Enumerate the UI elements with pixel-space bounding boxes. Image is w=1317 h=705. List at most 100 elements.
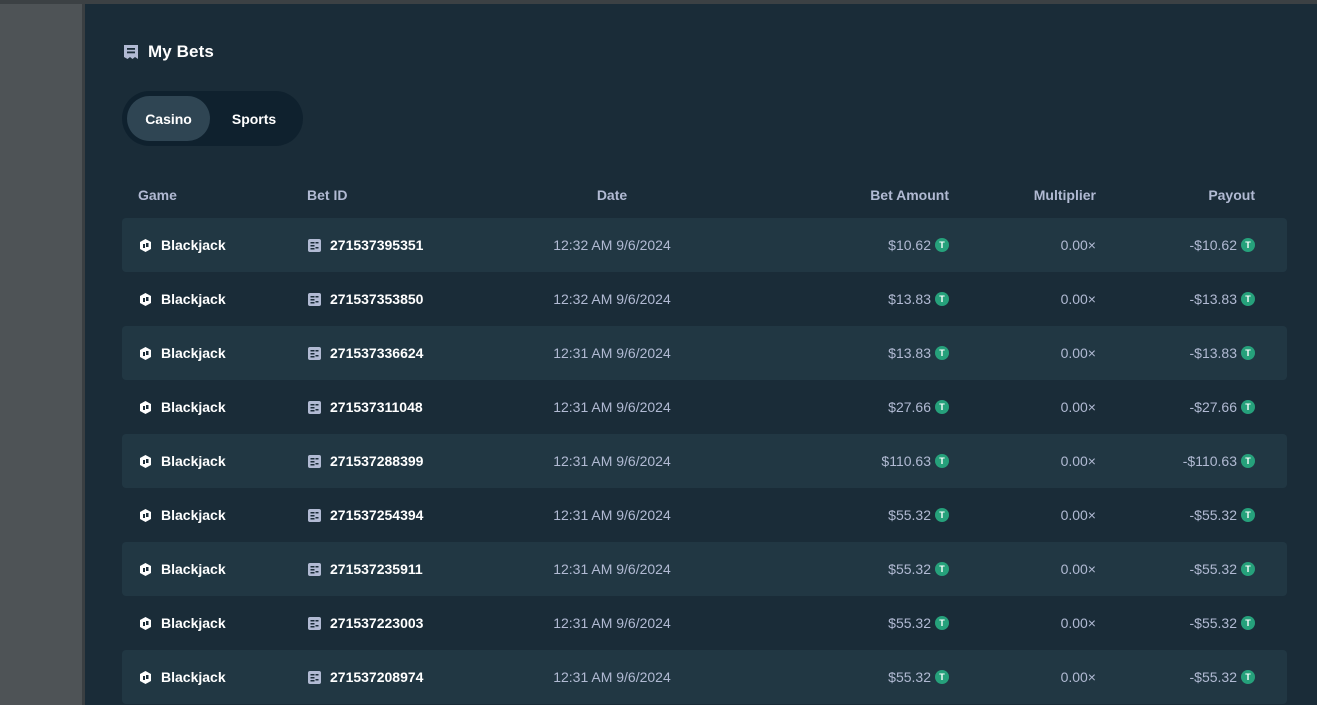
tether-coin-icon: T [935,400,949,414]
bet-id-cell[interactable]: 271537288399 [307,453,507,469]
tether-coin-icon: T [935,238,949,252]
my-bets-panel: My Bets Casino Sports Game Bet ID Date B… [85,4,1317,705]
blackjack-cards-icon [138,292,153,307]
multiplier: 0.00× [1060,453,1096,469]
bet-id-cell[interactable]: 271537395351 [307,237,507,253]
bet-amount: $55.32 [888,507,931,523]
bet-id[interactable]: 271537336624 [330,345,423,361]
blackjack-cards-icon [138,508,153,523]
bet-date: 12:31 AM 9/6/2024 [553,345,671,361]
game-name[interactable]: Blackjack [161,453,226,469]
tether-coin-icon: T [935,670,949,684]
multiplier: 0.00× [1060,615,1096,631]
game-name[interactable]: Blackjack [161,291,226,307]
payout-cell: -$27.66 T [1096,399,1271,415]
tab-casino[interactable]: Casino [127,96,211,141]
game-cell[interactable]: Blackjack [122,345,307,361]
bet-amount-cell: $55.32 T [717,561,949,577]
table-row[interactable]: Blackjack 271537235911 12:31 AM 9/6/2024… [122,542,1287,596]
table-row[interactable]: Blackjack 271537353850 12:32 AM 9/6/2024… [122,272,1287,326]
table-row[interactable]: Blackjack 271537254394 12:31 AM 9/6/2024… [122,488,1287,542]
multiplier: 0.00× [1060,291,1096,307]
blackjack-cards-icon [138,238,153,253]
table-row[interactable]: Blackjack 271537208974 12:31 AM 9/6/2024… [122,650,1287,704]
game-cell[interactable]: Blackjack [122,561,307,577]
tether-coin-icon: T [935,346,949,360]
payout-cell: -$55.32 T [1096,615,1271,631]
game-cell[interactable]: Blackjack [122,291,307,307]
table-row[interactable]: Blackjack 271537223003 12:31 AM 9/6/2024… [122,596,1287,650]
table-row[interactable]: Blackjack 271537336624 12:31 AM 9/6/2024… [122,326,1287,380]
blackjack-cards-icon [138,346,153,361]
game-cell[interactable]: Blackjack [122,669,307,685]
bet-slip-icon [307,616,322,631]
page-header: My Bets [122,40,214,64]
bet-id[interactable]: 271537223003 [330,615,423,631]
bet-date: 12:31 AM 9/6/2024 [553,507,671,523]
tether-coin-icon: T [935,292,949,306]
multiplier: 0.00× [1060,561,1096,577]
game-cell[interactable]: Blackjack [122,507,307,523]
bet-amount: $110.63 [881,453,931,469]
table-row[interactable]: Blackjack 271537288399 12:31 AM 9/6/2024… [122,434,1287,488]
game-name[interactable]: Blackjack [161,507,226,523]
bet-id-cell[interactable]: 271537223003 [307,615,507,631]
bet-id-cell[interactable]: 271537254394 [307,507,507,523]
blackjack-cards-icon [138,454,153,469]
tether-coin-icon: T [1241,508,1255,522]
header-date: Date [596,187,628,203]
payout: -$55.32 [1189,561,1237,577]
game-cell[interactable]: Blackjack [122,399,307,415]
bet-id[interactable]: 271537235911 [330,561,423,577]
game-cell[interactable]: Blackjack [122,453,307,469]
game-name[interactable]: Blackjack [161,669,226,685]
bet-type-tabs: Casino Sports [122,91,303,146]
bet-id[interactable]: 271537395351 [330,237,423,253]
bet-id[interactable]: 271537254394 [330,507,423,523]
bet-id-cell[interactable]: 271537311048 [307,399,507,415]
bet-id[interactable]: 271537208974 [330,669,423,685]
game-name[interactable]: Blackjack [161,615,226,631]
bet-date: 12:31 AM 9/6/2024 [553,453,671,469]
payout-cell: -$10.62 T [1096,237,1271,253]
payout-cell: -$13.83 T [1096,345,1271,361]
bet-slip-icon [307,346,322,361]
bet-slip-icon [307,238,322,253]
payout: -$10.62 [1189,237,1237,253]
game-cell[interactable]: Blackjack [122,237,307,253]
header-bet-id: Bet ID [307,187,348,203]
bet-amount-cell: $27.66 T [717,399,949,415]
bet-id[interactable]: 271537311048 [330,399,423,415]
game-name[interactable]: Blackjack [161,345,226,361]
bet-id-cell[interactable]: 271537208974 [307,669,507,685]
tether-coin-icon: T [935,616,949,630]
bet-amount-cell: $110.63 T [717,453,949,469]
game-cell[interactable]: Blackjack [122,615,307,631]
payout: -$55.32 [1189,615,1237,631]
header-multiplier: Multiplier [1033,187,1096,203]
game-name[interactable]: Blackjack [161,237,226,253]
bet-date: 12:31 AM 9/6/2024 [553,561,671,577]
bet-id[interactable]: 271537288399 [330,453,423,469]
multiplier: 0.00× [1060,399,1096,415]
bet-date: 12:32 AM 9/6/2024 [553,291,671,307]
bet-id-cell[interactable]: 271537235911 [307,561,507,577]
bet-id-cell[interactable]: 271537353850 [307,291,507,307]
bet-id-cell[interactable]: 271537336624 [307,345,507,361]
tab-sports[interactable]: Sports [210,96,298,141]
bet-slip-icon [307,508,322,523]
bet-id[interactable]: 271537353850 [330,291,423,307]
tether-coin-icon: T [1241,562,1255,576]
payout-cell: -$110.63 T [1096,453,1271,469]
game-name[interactable]: Blackjack [161,561,226,577]
tether-coin-icon: T [1241,346,1255,360]
tether-coin-icon: T [935,508,949,522]
table-body: Blackjack 271537395351 12:32 AM 9/6/2024… [122,218,1287,704]
blackjack-cards-icon [138,616,153,631]
sidebar-collapsed [0,4,82,705]
header-payout: Payout [1208,187,1255,203]
tether-coin-icon: T [935,454,949,468]
table-row[interactable]: Blackjack 271537395351 12:32 AM 9/6/2024… [122,218,1287,272]
table-row[interactable]: Blackjack 271537311048 12:31 AM 9/6/2024… [122,380,1287,434]
game-name[interactable]: Blackjack [161,399,226,415]
